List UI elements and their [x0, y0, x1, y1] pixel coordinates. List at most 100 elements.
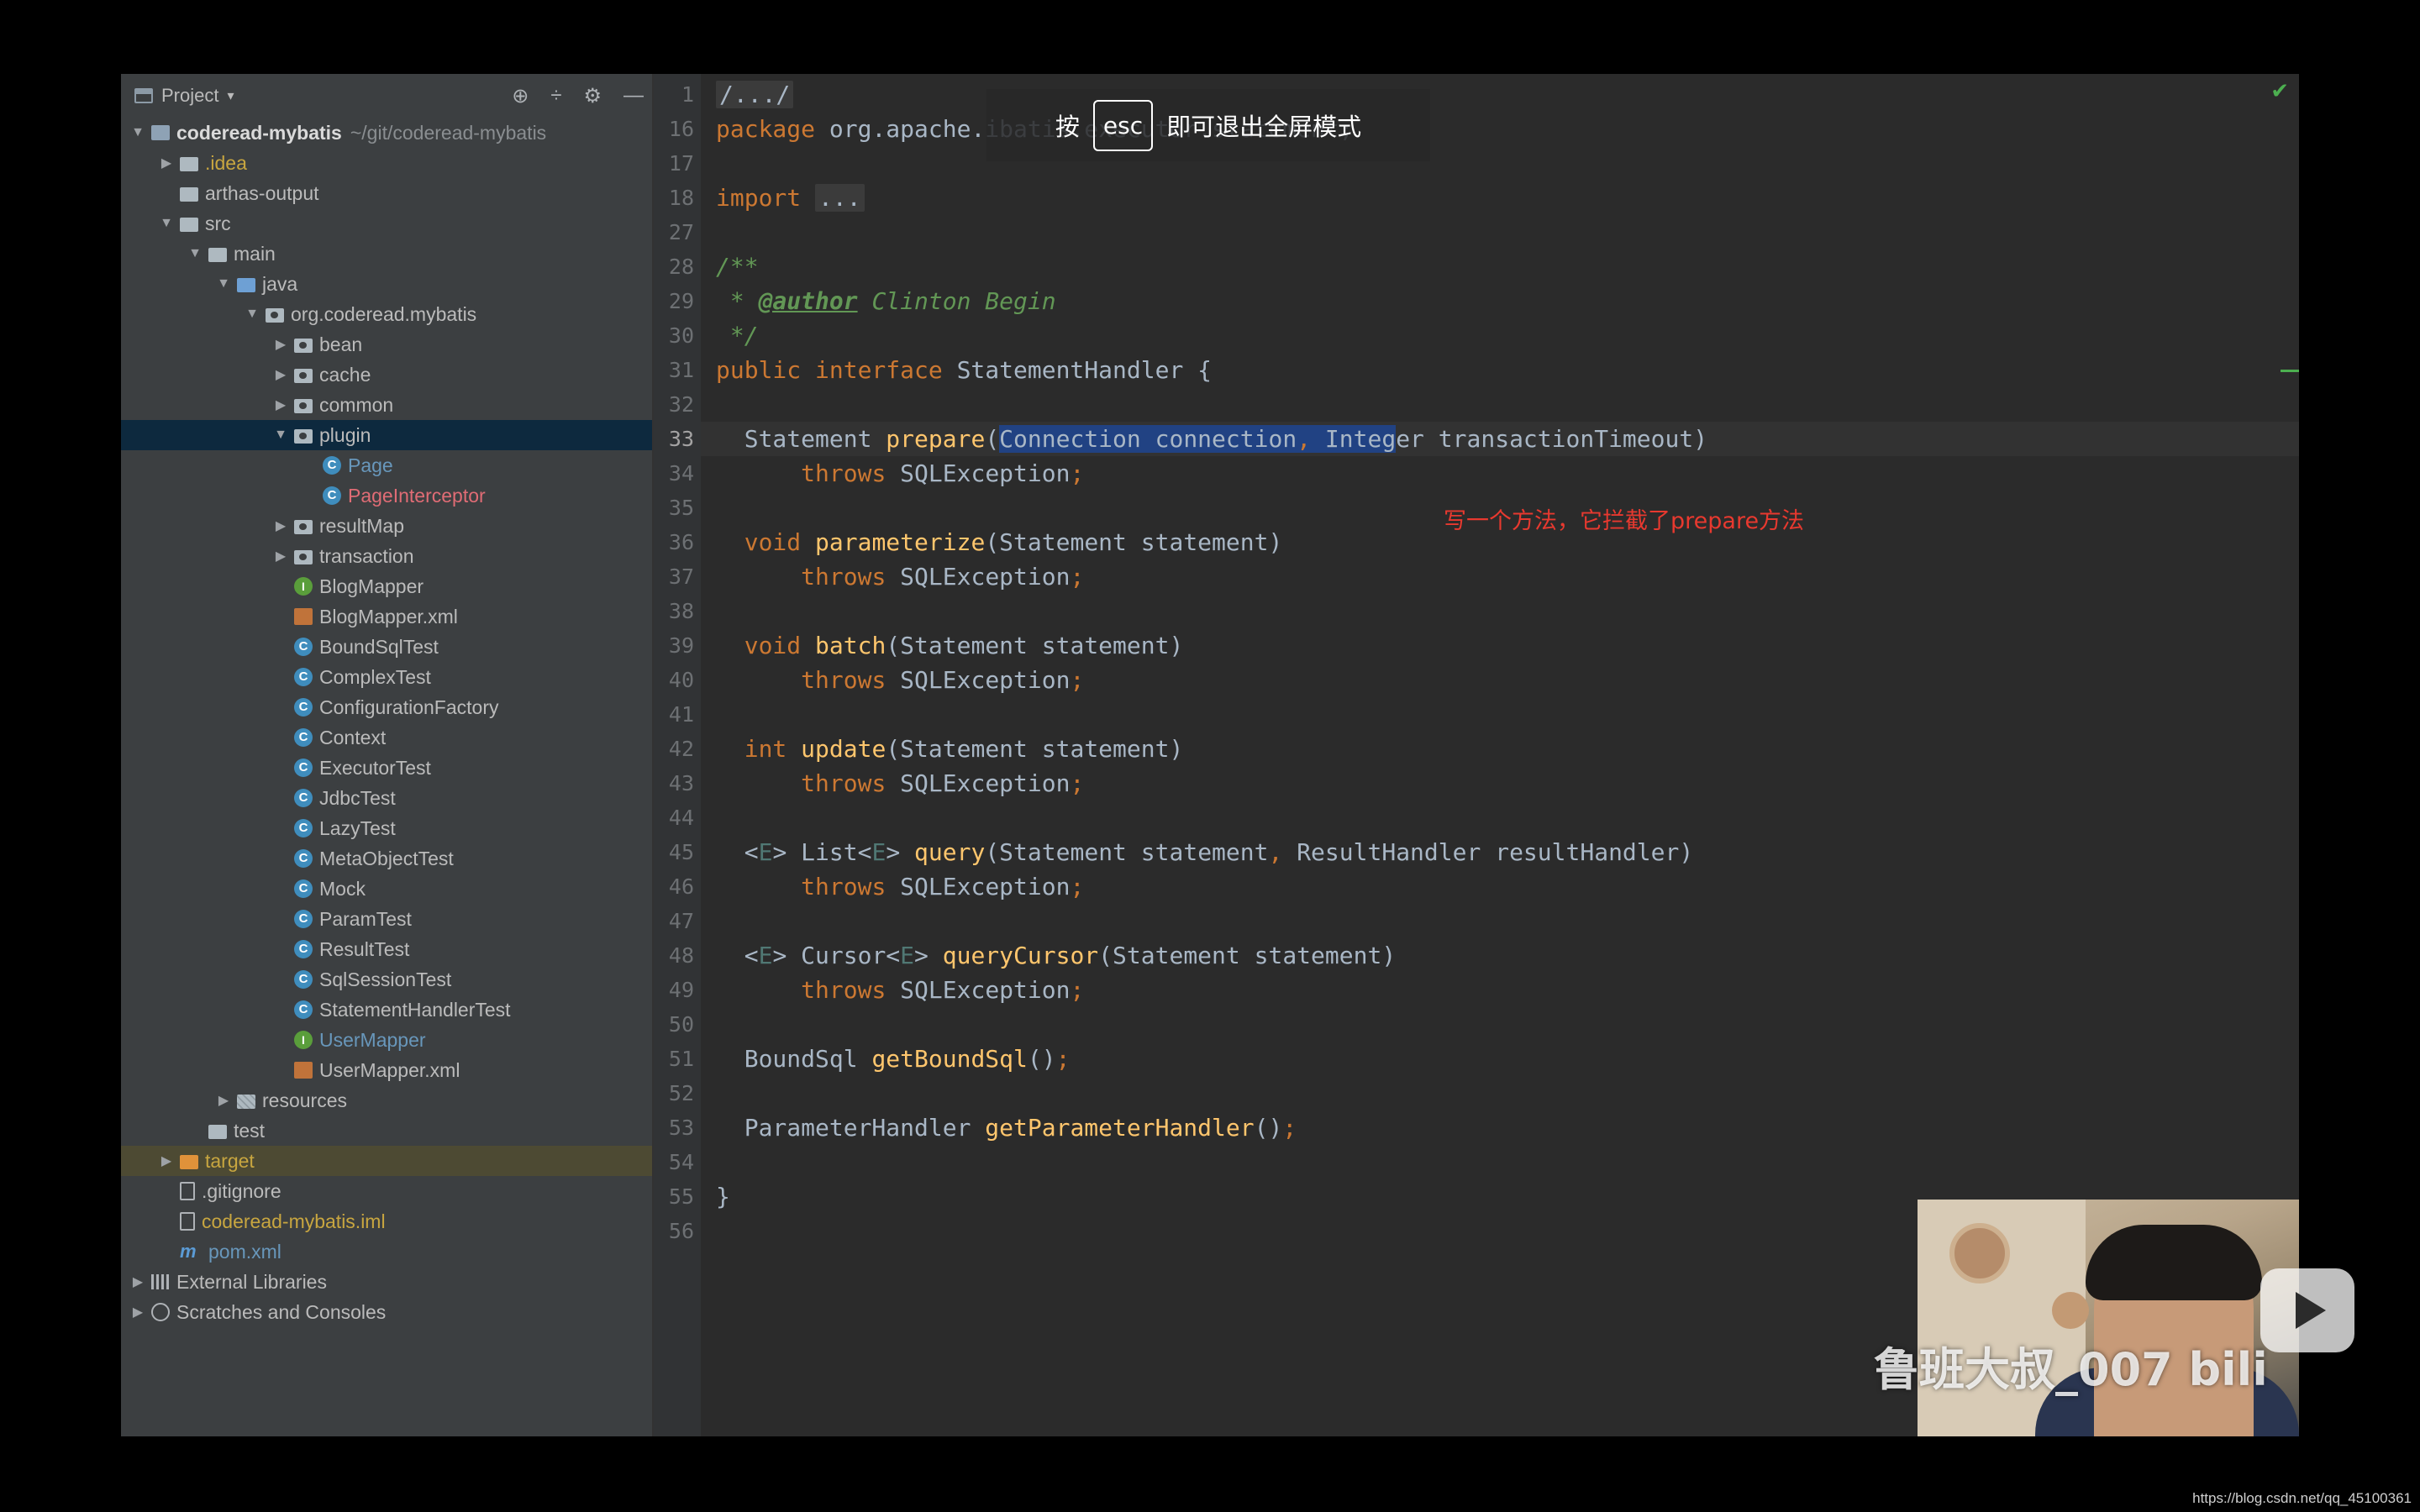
- locate-icon[interactable]: ⊕: [512, 84, 529, 108]
- code-line[interactable]: throws SQLException;: [716, 869, 1084, 904]
- tree-item[interactable]: ▶ External Libraries: [121, 1267, 652, 1297]
- expand-arrow-right-icon[interactable]: ▶: [272, 548, 289, 564]
- code-line[interactable]: throws SQLException;: [716, 559, 1084, 594]
- tree-item[interactable]: C StatementHandlerTest: [121, 995, 652, 1025]
- tree-item[interactable]: C SqlSessionTest: [121, 964, 652, 995]
- expand-arrow-right-icon[interactable]: ▶: [272, 396, 289, 413]
- expand-arrow-right-icon[interactable]: ▶: [272, 517, 289, 534]
- tree-item[interactable]: C ComplexTest: [121, 662, 652, 692]
- code-line[interactable]: throws SQLException;: [716, 663, 1084, 697]
- expand-arrow-right-icon[interactable]: ▶: [272, 336, 289, 353]
- code-line[interactable]: import ...: [716, 181, 865, 215]
- tree-item[interactable]: m pom.xml: [121, 1236, 652, 1267]
- tree-item[interactable]: ▶ .idea: [121, 148, 652, 178]
- code-line[interactable]: throws SQLException;: [716, 766, 1084, 801]
- expand-arrow-down-icon[interactable]: ▼: [272, 428, 289, 443]
- tree-item[interactable]: C PageInterceptor: [121, 480, 652, 511]
- code-line[interactable]: public interface StatementHandler {: [716, 353, 1212, 387]
- tree-item[interactable]: C ConfigurationFactory: [121, 692, 652, 722]
- tree-item[interactable]: arthas-output: [121, 178, 652, 208]
- line-number: 45: [668, 840, 694, 864]
- code-line[interactable]: */: [716, 318, 759, 353]
- expand-arrow-right-icon[interactable]: ▶: [215, 1092, 232, 1109]
- fullscreen-exit-toast: 按 esc 即可退出全屏模式: [986, 89, 1430, 161]
- code-line[interactable]: /**: [716, 249, 759, 284]
- tree-item[interactable]: UserMapper.xml: [121, 1055, 652, 1085]
- tree-item[interactable]: ▼ main: [121, 239, 652, 269]
- expand-arrow-right-icon[interactable]: ▶: [158, 155, 175, 171]
- tree-item[interactable]: C Mock: [121, 874, 652, 904]
- esc-key-badge: esc: [1092, 99, 1154, 151]
- class-icon: C: [294, 1000, 313, 1019]
- tree-item[interactable]: I BlogMapper: [121, 571, 652, 601]
- code-line[interactable]: Statement prepare(Connection connection,…: [716, 422, 1707, 456]
- tree-item[interactable]: ▼ coderead-mybatis ~/git/coderead-mybatis: [121, 118, 652, 148]
- line-number: 54: [668, 1150, 694, 1174]
- expand-arrow-down-icon[interactable]: ▼: [129, 125, 146, 140]
- tree-item[interactable]: ▶ cache: [121, 360, 652, 390]
- tree-item[interactable]: C Context: [121, 722, 652, 753]
- expand-arrow-right-icon[interactable]: ▶: [129, 1273, 146, 1290]
- code-line[interactable]: ParameterHandler getParameterHandler();: [716, 1110, 1297, 1145]
- folder-icon: [180, 186, 198, 202]
- code-line[interactable]: /.../: [716, 77, 794, 112]
- line-number: 47: [668, 909, 694, 933]
- expand-arrow-down-icon[interactable]: ▼: [158, 216, 175, 231]
- code-line[interactable]: throws SQLException;: [716, 456, 1084, 491]
- tree-item[interactable]: C ResultTest: [121, 934, 652, 964]
- expand-arrow-right-icon[interactable]: ▶: [129, 1304, 146, 1320]
- collapse-all-icon[interactable]: ÷: [550, 84, 561, 108]
- tree-item[interactable]: C Page: [121, 450, 652, 480]
- tree-item[interactable]: ▶ Scratches and Consoles: [121, 1297, 652, 1327]
- expand-arrow-down-icon[interactable]: ▼: [187, 246, 203, 261]
- tree-item[interactable]: C JdbcTest: [121, 783, 652, 813]
- tree-item[interactable]: C ParamTest: [121, 904, 652, 934]
- tree-item[interactable]: ▼ java: [121, 269, 652, 299]
- tree-item[interactable]: coderead-mybatis.iml: [121, 1206, 652, 1236]
- tree-item[interactable]: ▶ target: [121, 1146, 652, 1176]
- project-panel: Project ▾ ⊕ ÷ ⚙ — ▼ coderead-mybatis ~/git…: [121, 74, 654, 1436]
- tree-item[interactable]: ▼ org.coderead.mybatis: [121, 299, 652, 329]
- tree-item[interactable]: ▶ resultMap: [121, 511, 652, 541]
- line-number: 37: [668, 564, 694, 589]
- hide-panel-icon[interactable]: —: [623, 84, 644, 108]
- expand-arrow-down-icon[interactable]: ▼: [244, 307, 260, 322]
- tree-item[interactable]: test: [121, 1116, 652, 1146]
- code-line[interactable]: throws SQLException;: [716, 973, 1084, 1007]
- expand-arrow-right-icon[interactable]: ▶: [158, 1152, 175, 1169]
- line-number: 42: [668, 737, 694, 761]
- line-number: 33: [668, 427, 694, 451]
- tree-item[interactable]: C LazyTest: [121, 813, 652, 843]
- gear-icon[interactable]: ⚙: [583, 84, 602, 108]
- tree-item[interactable]: ▼ src: [121, 208, 652, 239]
- chevron-down-icon[interactable]: ▾: [227, 87, 234, 104]
- tree-item[interactable]: ▶ transaction: [121, 541, 652, 571]
- tree-item[interactable]: .gitignore: [121, 1176, 652, 1206]
- tree-item[interactable]: C BoundSqlTest: [121, 632, 652, 662]
- code-line[interactable]: int update(Statement statement): [716, 732, 1184, 766]
- code-line[interactable]: * @author Clinton Begin: [716, 284, 1056, 318]
- code-line[interactable]: <E> Cursor<E> queryCursor(Statement stat…: [716, 938, 1396, 973]
- project-view-selector[interactable]: Project: [161, 85, 218, 107]
- tree-item[interactable]: ▼ plugin: [121, 420, 652, 450]
- tree-item[interactable]: C ExecutorTest: [121, 753, 652, 783]
- line-number: 53: [668, 1116, 694, 1140]
- source-folder-icon: [237, 277, 255, 292]
- tree-item[interactable]: BlogMapper.xml: [121, 601, 652, 632]
- wall-decoration: [1949, 1223, 2010, 1284]
- code-line[interactable]: void batch(Statement statement): [716, 628, 1184, 663]
- tree-item-label: bean: [319, 333, 363, 355]
- code-line[interactable]: BoundSql getBoundSql();: [716, 1042, 1071, 1076]
- expand-arrow-down-icon[interactable]: ▼: [215, 276, 232, 291]
- class-icon: C: [294, 910, 313, 928]
- code-line[interactable]: void parameterize(Statement statement): [716, 525, 1283, 559]
- expand-arrow-right-icon[interactable]: ▶: [272, 366, 289, 383]
- code-line[interactable]: }: [716, 1179, 730, 1214]
- tree-item[interactable]: I UserMapper: [121, 1025, 652, 1055]
- line-number-gutter: 1 16 17 18 27 28 29 30 31 32 33 34 35 36 37 38 39 40 41 42 4…: [654, 74, 701, 1436]
- tree-item[interactable]: ▶ common: [121, 390, 652, 420]
- code-line[interactable]: <E> List<E> query(Statement statement, R…: [716, 835, 1694, 869]
- tree-item[interactable]: ▶ resources: [121, 1085, 652, 1116]
- tree-item[interactable]: C MetaObjectTest: [121, 843, 652, 874]
- tree-item[interactable]: ▶ bean: [121, 329, 652, 360]
